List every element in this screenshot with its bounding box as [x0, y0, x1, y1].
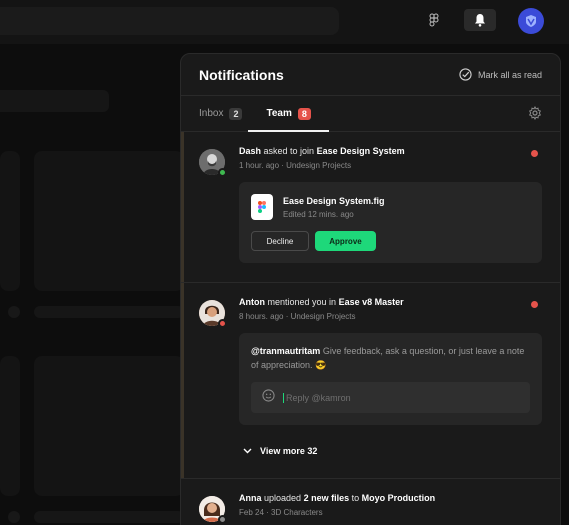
background-line [34, 511, 184, 523]
notification-meta: 8 hours. ago · Undesign Projects [239, 312, 356, 321]
notification-time: Feb 24 [239, 508, 264, 517]
reply-box [251, 382, 530, 413]
notification-project[interactable]: 3D Characters [271, 508, 323, 517]
user-avatar[interactable] [518, 8, 544, 34]
notification-target[interactable]: Ease Design System [317, 146, 405, 156]
background-card [34, 356, 184, 496]
reply-input[interactable] [283, 392, 503, 403]
background-card [0, 151, 20, 291]
unread-indicator [531, 150, 538, 157]
settings-gear-icon[interactable] [528, 105, 542, 125]
emoji-icon[interactable] [262, 388, 275, 407]
away-status-icon [218, 515, 227, 524]
notification-file-count[interactable]: 2 new files [304, 493, 350, 503]
notification-item[interactable]: Anton mentioned you in Ease v8 Master 8 … [181, 283, 560, 479]
online-status-icon [218, 168, 227, 177]
background-line [34, 306, 184, 318]
unread-indicator [531, 301, 538, 308]
panel-title: Notifications [199, 66, 284, 83]
search-bar[interactable] [0, 7, 339, 35]
approve-button[interactable]: Approve [315, 231, 376, 251]
notification-target[interactable]: Ease v8 Master [339, 297, 404, 307]
tab-label: Team [266, 108, 292, 119]
notification-preposition: to [351, 493, 360, 503]
notification-meta: Feb 24 · 3D Characters [239, 508, 323, 517]
background-card [34, 151, 184, 291]
file-card: Ease Design System.fig Edited 12 mins. a… [239, 182, 542, 263]
notification-user[interactable]: Anna [239, 493, 262, 503]
figma-icon[interactable] [418, 9, 450, 31]
top-bar [0, 0, 569, 44]
notification-time: 1 hour. ago [239, 161, 280, 170]
comment-mention[interactable]: @tranmautritam [251, 346, 320, 356]
notification-text: Dash asked to join Ease Design System [239, 146, 542, 156]
mark-all-read-label: Mark all as read [477, 69, 542, 80]
tab-count-badge: 8 [297, 107, 311, 120]
notification-target[interactable]: Moyo Production [362, 493, 436, 503]
notifications-panel: Notifications Mark all as read Inbox 2 T… [180, 53, 561, 525]
file-name[interactable]: Ease Design System.fig [283, 196, 385, 206]
check-circle-icon [459, 68, 472, 81]
background-bar [0, 90, 109, 112]
notification-project[interactable]: Undesign Projects [291, 312, 356, 321]
notification-project[interactable]: Undesign Projects [286, 161, 351, 170]
busy-status-icon [218, 319, 227, 328]
notification-user[interactable]: Dash [239, 146, 261, 156]
bell-icon[interactable] [464, 9, 496, 31]
panel-header: Notifications Mark all as read [181, 54, 560, 96]
notification-user[interactable]: Anton [239, 297, 265, 307]
decline-button[interactable]: Decline [251, 231, 309, 251]
notification-time: 8 hours. ago [239, 312, 284, 321]
figma-file-icon [251, 194, 273, 220]
file-meta: Edited 12 mins. ago [283, 209, 354, 219]
comment-text: @tranmautritam Give feedback, ask a ques… [251, 344, 530, 372]
chevron-down-icon [243, 448, 252, 453]
background-dot [8, 511, 20, 523]
notification-item[interactable]: Dash asked to join Ease Design System 1 … [181, 132, 560, 283]
tab-bar: Inbox 2 Team 8 [181, 96, 560, 132]
tab-count-badge: 2 [229, 107, 243, 120]
notification-text: Anton mentioned you in Ease v8 Master [239, 297, 542, 307]
comment-card: @tranmautritam Give feedback, ask a ques… [239, 333, 542, 425]
view-more-label: View more 32 [260, 445, 318, 456]
tab-label: Inbox [199, 108, 224, 119]
background-card [0, 356, 20, 496]
mark-all-read-button[interactable]: Mark all as read [459, 68, 542, 81]
notification-item[interactable]: Anna uploaded 2 new files to Moyo Produc… [181, 479, 560, 525]
notification-meta: 1 hour. ago · Undesign Projects [239, 161, 352, 170]
background-dot [8, 306, 20, 318]
view-more-button[interactable]: View more 32 [181, 437, 542, 464]
notification-action: asked to join [263, 146, 315, 156]
notification-text: Anna uploaded 2 new files to Moyo Produc… [239, 493, 542, 503]
tab-team[interactable]: Team 8 [248, 96, 330, 132]
notification-action: uploaded [264, 493, 302, 503]
tab-inbox[interactable]: Inbox 2 [199, 96, 243, 131]
notification-action: mentioned you in [267, 297, 337, 307]
